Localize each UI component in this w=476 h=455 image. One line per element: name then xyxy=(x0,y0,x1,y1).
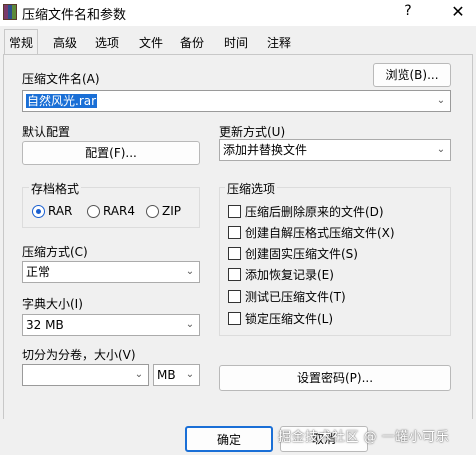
split-unit-value: MB xyxy=(157,368,176,382)
checkbox-icon[interactable] xyxy=(228,226,241,239)
split-unit-select[interactable]: MB ⌄ xyxy=(153,364,200,386)
window-title: 压缩文件名和参数 xyxy=(22,8,127,23)
dictionary-size-label: 字典大小(I) xyxy=(22,297,83,311)
split-size-combobox[interactable]: ⌄ xyxy=(22,364,149,386)
winrar-app-icon xyxy=(3,4,17,20)
compression-method-value: 正常 xyxy=(26,265,51,279)
set-password-button[interactable]: 设置密码(P)... xyxy=(219,365,451,391)
radio-rar[interactable]: RAR xyxy=(32,204,72,218)
tab-backup[interactable]: 备份 xyxy=(176,31,208,55)
option-label: 压缩后删除原来的文件(D) xyxy=(245,205,384,219)
default-profile-label: 默认配置 xyxy=(22,125,71,139)
option-label: 锁定压缩文件(L) xyxy=(245,312,334,326)
option-lock-archive[interactable]: 锁定压缩文件(L) xyxy=(228,310,333,327)
option-create-sfx[interactable]: 创建自解压格式压缩文件(X) xyxy=(228,224,395,241)
checkbox-icon[interactable] xyxy=(228,205,241,218)
archive-name-label: 压缩文件名(A) xyxy=(22,72,100,86)
tab-time[interactable]: 时间 xyxy=(220,31,252,55)
chevron-down-icon[interactable]: ⌄ xyxy=(435,140,447,160)
radio-rar4-label: RAR4 xyxy=(103,204,136,218)
radio-rar4[interactable]: RAR4 xyxy=(87,204,135,218)
radio-zip[interactable]: ZIP xyxy=(146,204,181,218)
update-mode-value: 添加并替换文件 xyxy=(223,143,308,157)
chevron-down-icon[interactable]: ⌄ xyxy=(184,315,196,335)
option-label: 添加恢复记录(E) xyxy=(245,268,334,282)
profiles-button[interactable]: 配置(F)... xyxy=(22,141,200,165)
checkbox-icon[interactable] xyxy=(228,268,241,281)
archive-name-combobox[interactable]: 自然风光.rar ⌄ xyxy=(22,90,451,112)
tab-options[interactable]: 选项 xyxy=(91,31,123,55)
radio-zip-label: ZIP xyxy=(162,204,181,218)
radio-unchecked-icon[interactable] xyxy=(87,204,100,218)
tab-comment[interactable]: 注释 xyxy=(263,31,295,55)
archive-name-value: 自然风光.rar xyxy=(26,94,98,108)
ok-button[interactable]: 确定 xyxy=(185,426,273,452)
compression-method-select[interactable]: 正常 ⌄ xyxy=(22,261,200,283)
option-recovery-record[interactable]: 添加恢复记录(E) xyxy=(228,266,334,283)
chevron-down-icon[interactable]: ⌄ xyxy=(133,365,145,385)
option-solid-archive[interactable]: 创建固实压缩文件(S) xyxy=(228,245,358,262)
tab-general[interactable]: 常规 xyxy=(4,29,39,55)
compression-options-title: 压缩选项 xyxy=(225,180,278,197)
help-button[interactable]: ? xyxy=(401,3,415,19)
watermark-text: 掘金技术社区 @ 一罐小可乐 xyxy=(278,430,450,445)
update-mode-select[interactable]: 添加并替换文件 ⌄ xyxy=(219,139,451,161)
dictionary-size-select[interactable]: 32 MB ⌄ xyxy=(22,314,200,336)
option-label: 创建自解压格式压缩文件(X) xyxy=(245,226,395,240)
chevron-down-icon[interactable]: ⌄ xyxy=(184,365,196,385)
option-label: 创建固实压缩文件(S) xyxy=(245,247,358,261)
option-test-archive[interactable]: 测试已压缩文件(T) xyxy=(228,288,346,305)
update-mode-label: 更新方式(U) xyxy=(219,125,286,139)
radio-unchecked-icon[interactable] xyxy=(146,204,159,218)
compression-method-label: 压缩方式(C) xyxy=(22,245,88,259)
checkbox-icon[interactable] xyxy=(228,312,241,325)
option-label: 测试已压缩文件(T) xyxy=(245,290,346,304)
tab-strip: 常规 高级 选项 文件 备份 时间 注释 xyxy=(0,29,476,55)
option-delete-after[interactable]: 压缩后删除原来的文件(D) xyxy=(228,203,384,220)
close-button[interactable]: ✕ xyxy=(451,2,465,21)
browse-button[interactable]: 浏览(B)... xyxy=(373,63,451,87)
tab-files[interactable]: 文件 xyxy=(135,31,167,55)
chevron-down-icon[interactable]: ⌄ xyxy=(435,91,447,111)
split-volumes-label: 切分为分卷，大小(V) xyxy=(22,348,136,362)
chevron-down-icon[interactable]: ⌄ xyxy=(184,262,196,282)
dictionary-size-value: 32 MB xyxy=(26,318,64,332)
radio-rar-label: RAR xyxy=(48,204,73,218)
checkbox-icon[interactable] xyxy=(228,290,241,303)
checkbox-icon[interactable] xyxy=(228,247,241,260)
title-bar: 压缩文件名和参数 ? ✕ xyxy=(0,0,476,26)
tab-advanced[interactable]: 高级 xyxy=(49,31,81,55)
archive-format-title: 存档格式 xyxy=(29,180,82,197)
radio-checked-icon[interactable] xyxy=(32,204,45,218)
